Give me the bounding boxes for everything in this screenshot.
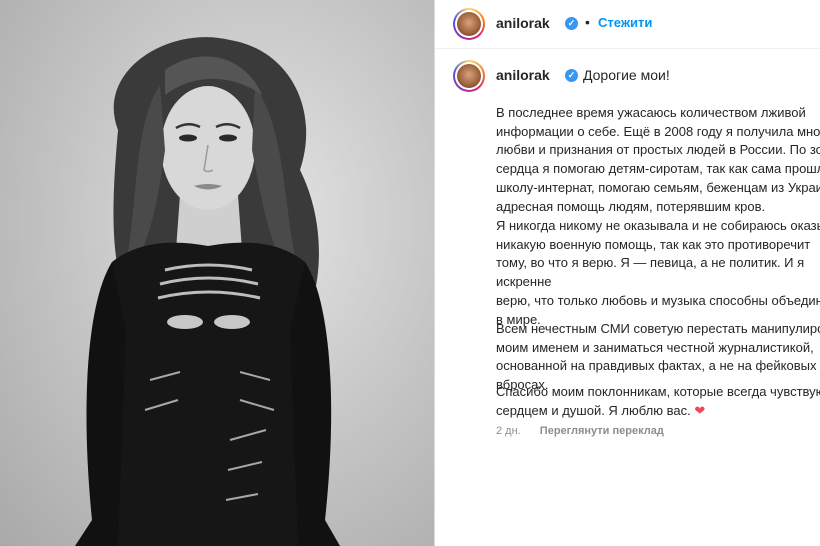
- caption-paragraph-4: Спасибо моим поклонникам, которые всегда…: [496, 383, 820, 420]
- post-meta: 2 дн. Переглянути переклад: [496, 425, 664, 437]
- follow-button[interactable]: Стежити: [598, 15, 652, 30]
- verified-badge-icon: ✓: [565, 69, 578, 82]
- post-header: anilorak ✓ • Стежити: [435, 0, 820, 49]
- verified-badge-icon: ✓: [565, 17, 578, 30]
- separator-dot: •: [585, 14, 590, 30]
- caption-username[interactable]: anilorak: [496, 67, 550, 83]
- avatar-image: [457, 12, 481, 36]
- caption-paragraph-1: В последнее время ужасаюсь количеством л…: [496, 105, 820, 214]
- caption-avatar[interactable]: [453, 60, 485, 92]
- caption-paragraph-2: Я никогда никому не оказывала и не собир…: [496, 218, 820, 327]
- portrait-illustration: [75, 37, 340, 546]
- caption-greeting: Дорогие мои!: [583, 67, 670, 83]
- header-username[interactable]: anilorak: [496, 15, 550, 31]
- caption-paragraph-4-text: Спасибо моим поклонникам, которые всегда…: [496, 384, 820, 418]
- see-translation-link[interactable]: Переглянути переклад: [540, 425, 664, 437]
- timestamp[interactable]: 2 дн.: [496, 425, 521, 437]
- post-photo[interactable]: [0, 0, 434, 546]
- heart-icon: ❤: [694, 402, 706, 418]
- author-avatar[interactable]: [453, 8, 485, 40]
- avatar-image: [457, 64, 481, 88]
- post-side-panel: anilorak ✓ • Стежити anilorak ✓ Дорогие …: [435, 0, 820, 546]
